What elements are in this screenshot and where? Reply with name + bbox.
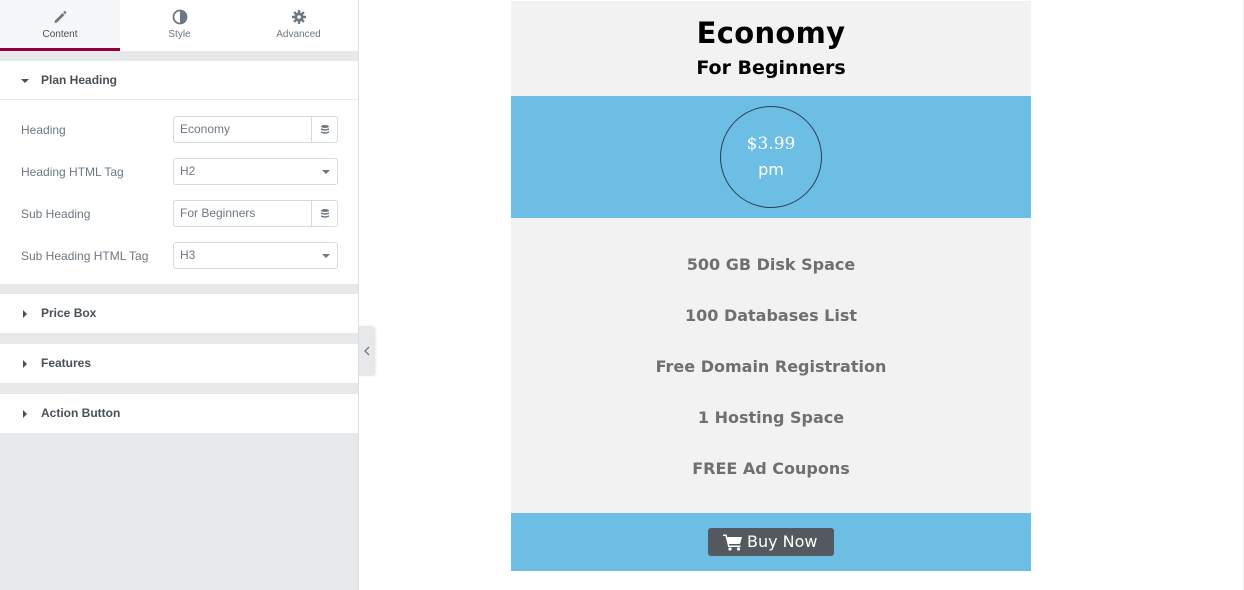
editor-panel: Content Style Advanced Plan Heading Head… (0, 0, 359, 590)
price-value: $3.99 (746, 134, 796, 154)
section-title: Plan Heading (41, 73, 118, 87)
field-heading: Heading Economy (0, 116, 358, 144)
price-period: pm (758, 160, 784, 179)
tab-style[interactable]: Style (120, 0, 239, 51)
sub-heading-tag-select[interactable]: H3 (173, 242, 338, 269)
feature-item: Free Domain Registration (655, 357, 887, 376)
field-label: Heading (21, 123, 66, 137)
section-features-header[interactable]: Features (0, 344, 358, 383)
caret-right-icon (23, 410, 27, 418)
section-title: Price Box (41, 306, 97, 320)
select-value: H3 (180, 248, 196, 262)
section-action-button: Action Button (0, 394, 358, 433)
action-button-area: Buy Now (511, 513, 1031, 571)
tab-style-label: Style (168, 29, 191, 40)
pricing-header: Economy For Beginners (511, 1, 1031, 96)
section-title: Features (41, 356, 92, 370)
field-label: Sub Heading (21, 207, 91, 221)
database-icon (321, 125, 329, 134)
tab-content[interactable]: Content (0, 0, 120, 51)
field-heading-tag: Heading HTML Tag H2 (0, 158, 358, 186)
chevron-down-icon (322, 254, 330, 258)
sub-heading-input[interactable]: For Beginners (173, 200, 312, 227)
tab-advanced-label: Advanced (276, 29, 321, 40)
caret-down-icon (21, 79, 29, 83)
price-box: $3.99 pm (511, 96, 1031, 218)
database-icon (321, 209, 329, 218)
feature-item: 500 GB Disk Space (686, 255, 856, 274)
section-title: Action Button (41, 406, 121, 420)
select-value: H2 (180, 164, 196, 178)
buy-now-button[interactable]: Buy Now (708, 528, 834, 556)
section-plan-heading: Plan Heading Heading Economy Heading HTM… (0, 61, 358, 284)
feature-item: FREE Ad Coupons (692, 459, 850, 478)
field-label: Heading HTML Tag (21, 165, 124, 179)
chevron-left-icon (364, 346, 370, 356)
price-circle: $3.99 pm (720, 106, 822, 208)
plan-sub-heading: For Beginners (696, 57, 846, 79)
heading-input[interactable]: Economy (173, 116, 312, 143)
field-sub-heading-tag: Sub Heading HTML Tag H3 (0, 242, 358, 270)
pencil-icon (54, 11, 67, 23)
section-features: Features (0, 344, 358, 383)
dynamic-tags-button[interactable] (311, 200, 338, 227)
tab-advanced[interactable]: Advanced (239, 0, 358, 51)
caret-right-icon (23, 360, 27, 368)
pricing-table[interactable]: Economy For Beginners $3.99 pm 500 GB Di… (511, 1, 1031, 571)
feature-item: 1 Hosting Space (697, 408, 845, 427)
dynamic-tags-button[interactable] (311, 116, 338, 143)
heading-tag-select[interactable]: H2 (173, 158, 338, 185)
plan-heading: Economy (696, 16, 846, 50)
tab-content-label: Content (42, 29, 78, 40)
field-sub-heading: Sub Heading For Beginners (0, 200, 358, 228)
buy-now-label: Buy Now (747, 532, 818, 551)
section-price-box-header[interactable]: Price Box (0, 294, 358, 333)
gear-icon (291, 10, 306, 24)
section-plan-heading-header[interactable]: Plan Heading (0, 61, 358, 100)
section-action-button-header[interactable]: Action Button (0, 394, 358, 433)
section-price-box: Price Box (0, 294, 358, 333)
field-label: Sub Heading HTML Tag (21, 249, 149, 263)
chevron-down-icon (322, 170, 330, 174)
caret-right-icon (23, 310, 27, 318)
feature-item: 100 Databases List (684, 306, 858, 325)
panel-tabs: Content Style Advanced (0, 0, 358, 51)
shopping-cart-icon (723, 534, 742, 551)
collapse-panel-button[interactable] (359, 326, 375, 376)
half-circle-icon (172, 9, 187, 25)
